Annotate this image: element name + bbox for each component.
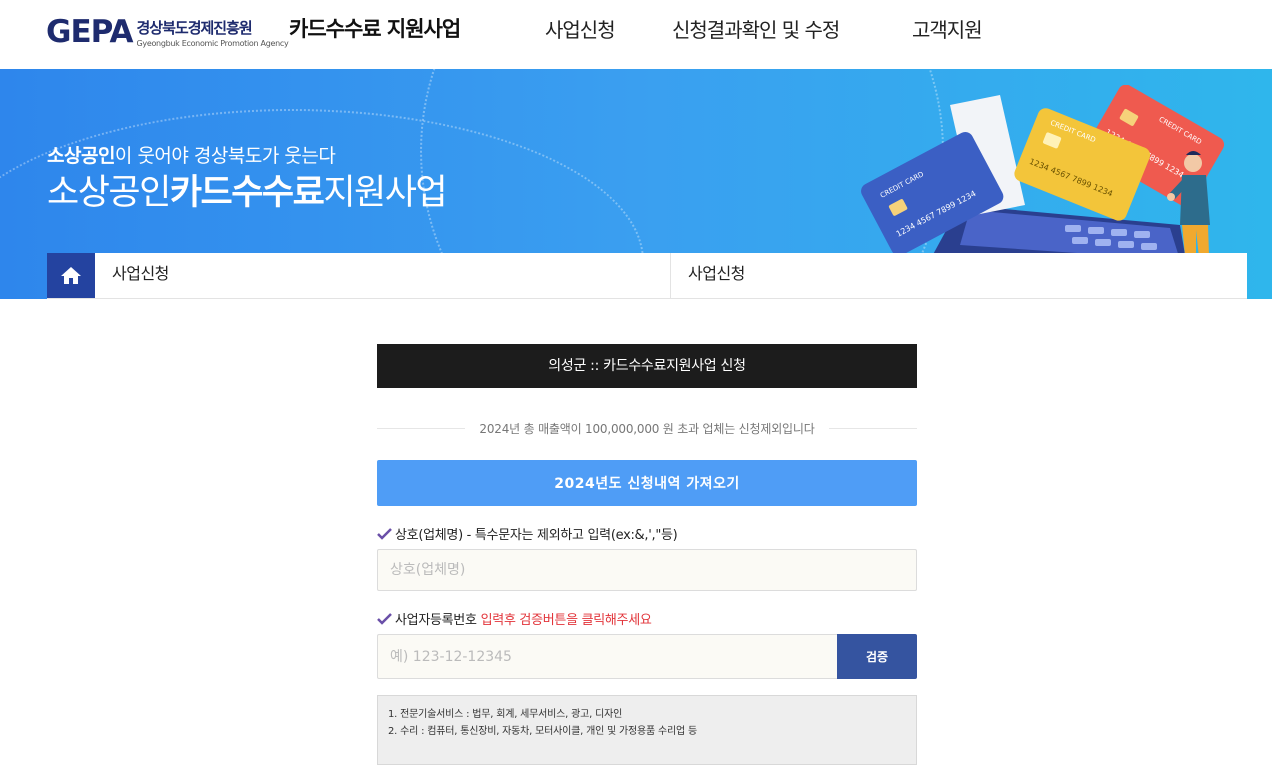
- nav-customer-support[interactable]: 고객지원: [912, 14, 983, 43]
- info-line: 1. 전문기술서비스 : 법무, 회계, 세무서비스, 광고, 디자인: [388, 709, 623, 720]
- breadcrumb: 사업신청 사업신청: [47, 253, 1247, 299]
- verify-button[interactable]: 검증: [837, 634, 917, 679]
- biz-number-warning: 입력후 검증버튼을 클릭해주세요: [480, 613, 652, 628]
- company-name-input[interactable]: [377, 549, 917, 591]
- check-icon: [377, 527, 392, 540]
- home-button[interactable]: [47, 253, 95, 298]
- form-title: 의성군 :: 카드수수료지원사업 신청: [377, 344, 917, 388]
- gepa-logo[interactable]: GEPA 경상북도경제진흥원 Gyeongbuk Economic Promot…: [46, 13, 289, 50]
- home-icon: [61, 267, 81, 284]
- biz-number-label-text: 사업자등록번호: [395, 613, 477, 628]
- info-line: 2. 수리 : 컴퓨터, 통신장비, 자동차, 모터사이클, 개인 및 가정용품…: [388, 726, 697, 737]
- banner-title-pre: 소상공인: [47, 173, 171, 213]
- biz-number-row: 검증: [377, 634, 917, 679]
- biz-number-input[interactable]: [377, 634, 837, 679]
- site-title[interactable]: 카드수수료 지원사업: [289, 13, 461, 43]
- logo-korean-name: 경상북도경제진흥원: [136, 18, 253, 37]
- site-header: GEPA 경상북도경제진흥원 Gyeongbuk Economic Promot…: [0, 0, 1272, 69]
- banner-title-bold: 카드수수료: [169, 173, 325, 213]
- breadcrumb-menu-left[interactable]: 사업신청: [112, 253, 169, 298]
- logo-english-name: Gyeongbuk Economic Promotion Agency: [136, 38, 289, 48]
- company-name-label-text: 상호(업체명) - 특수문자는 제외하고 입력(ex:&,',"등): [395, 528, 678, 543]
- logo-text: 경상북도경제진흥원 Gyeongbuk Economic Promotion A…: [137, 17, 289, 48]
- nav-apply[interactable]: 사업신청: [545, 14, 616, 43]
- nav-result-check[interactable]: 신청결과확인 및 수정: [672, 14, 840, 43]
- banner-title-post: 지원사업: [323, 173, 447, 213]
- excluded-industries-info: 1. 전문기술서비스 : 법무, 회계, 세무서비스, 광고, 디자인 2. 수…: [377, 695, 917, 765]
- fetch-previous-application-button[interactable]: 2024년도 신청내역 가져오기: [377, 460, 917, 506]
- application-form: 의성군 :: 카드수수료지원사업 신청 2024년 총 매출액이 100,000…: [377, 344, 917, 765]
- logo-mark: GEPA: [46, 13, 133, 50]
- breadcrumb-menu-right[interactable]: 사업신청: [688, 253, 745, 298]
- company-name-label: 상호(업체명) - 특수문자는 제외하고 입력(ex:&,',"등): [377, 524, 917, 543]
- banner-title: 소상공인카드수수료지원사업: [47, 164, 448, 215]
- biz-number-label: 사업자등록번호 입력후 검증버튼을 클릭해주세요: [377, 609, 917, 628]
- sales-notice: 2024년 총 매출액이 100,000,000 원 초과 업체는 신청제외입니…: [377, 418, 917, 438]
- check-icon: [377, 612, 392, 625]
- sales-notice-text: 2024년 총 매출액이 100,000,000 원 초과 업체는 신청제외입니…: [465, 422, 829, 436]
- breadcrumb-divider: [670, 253, 671, 298]
